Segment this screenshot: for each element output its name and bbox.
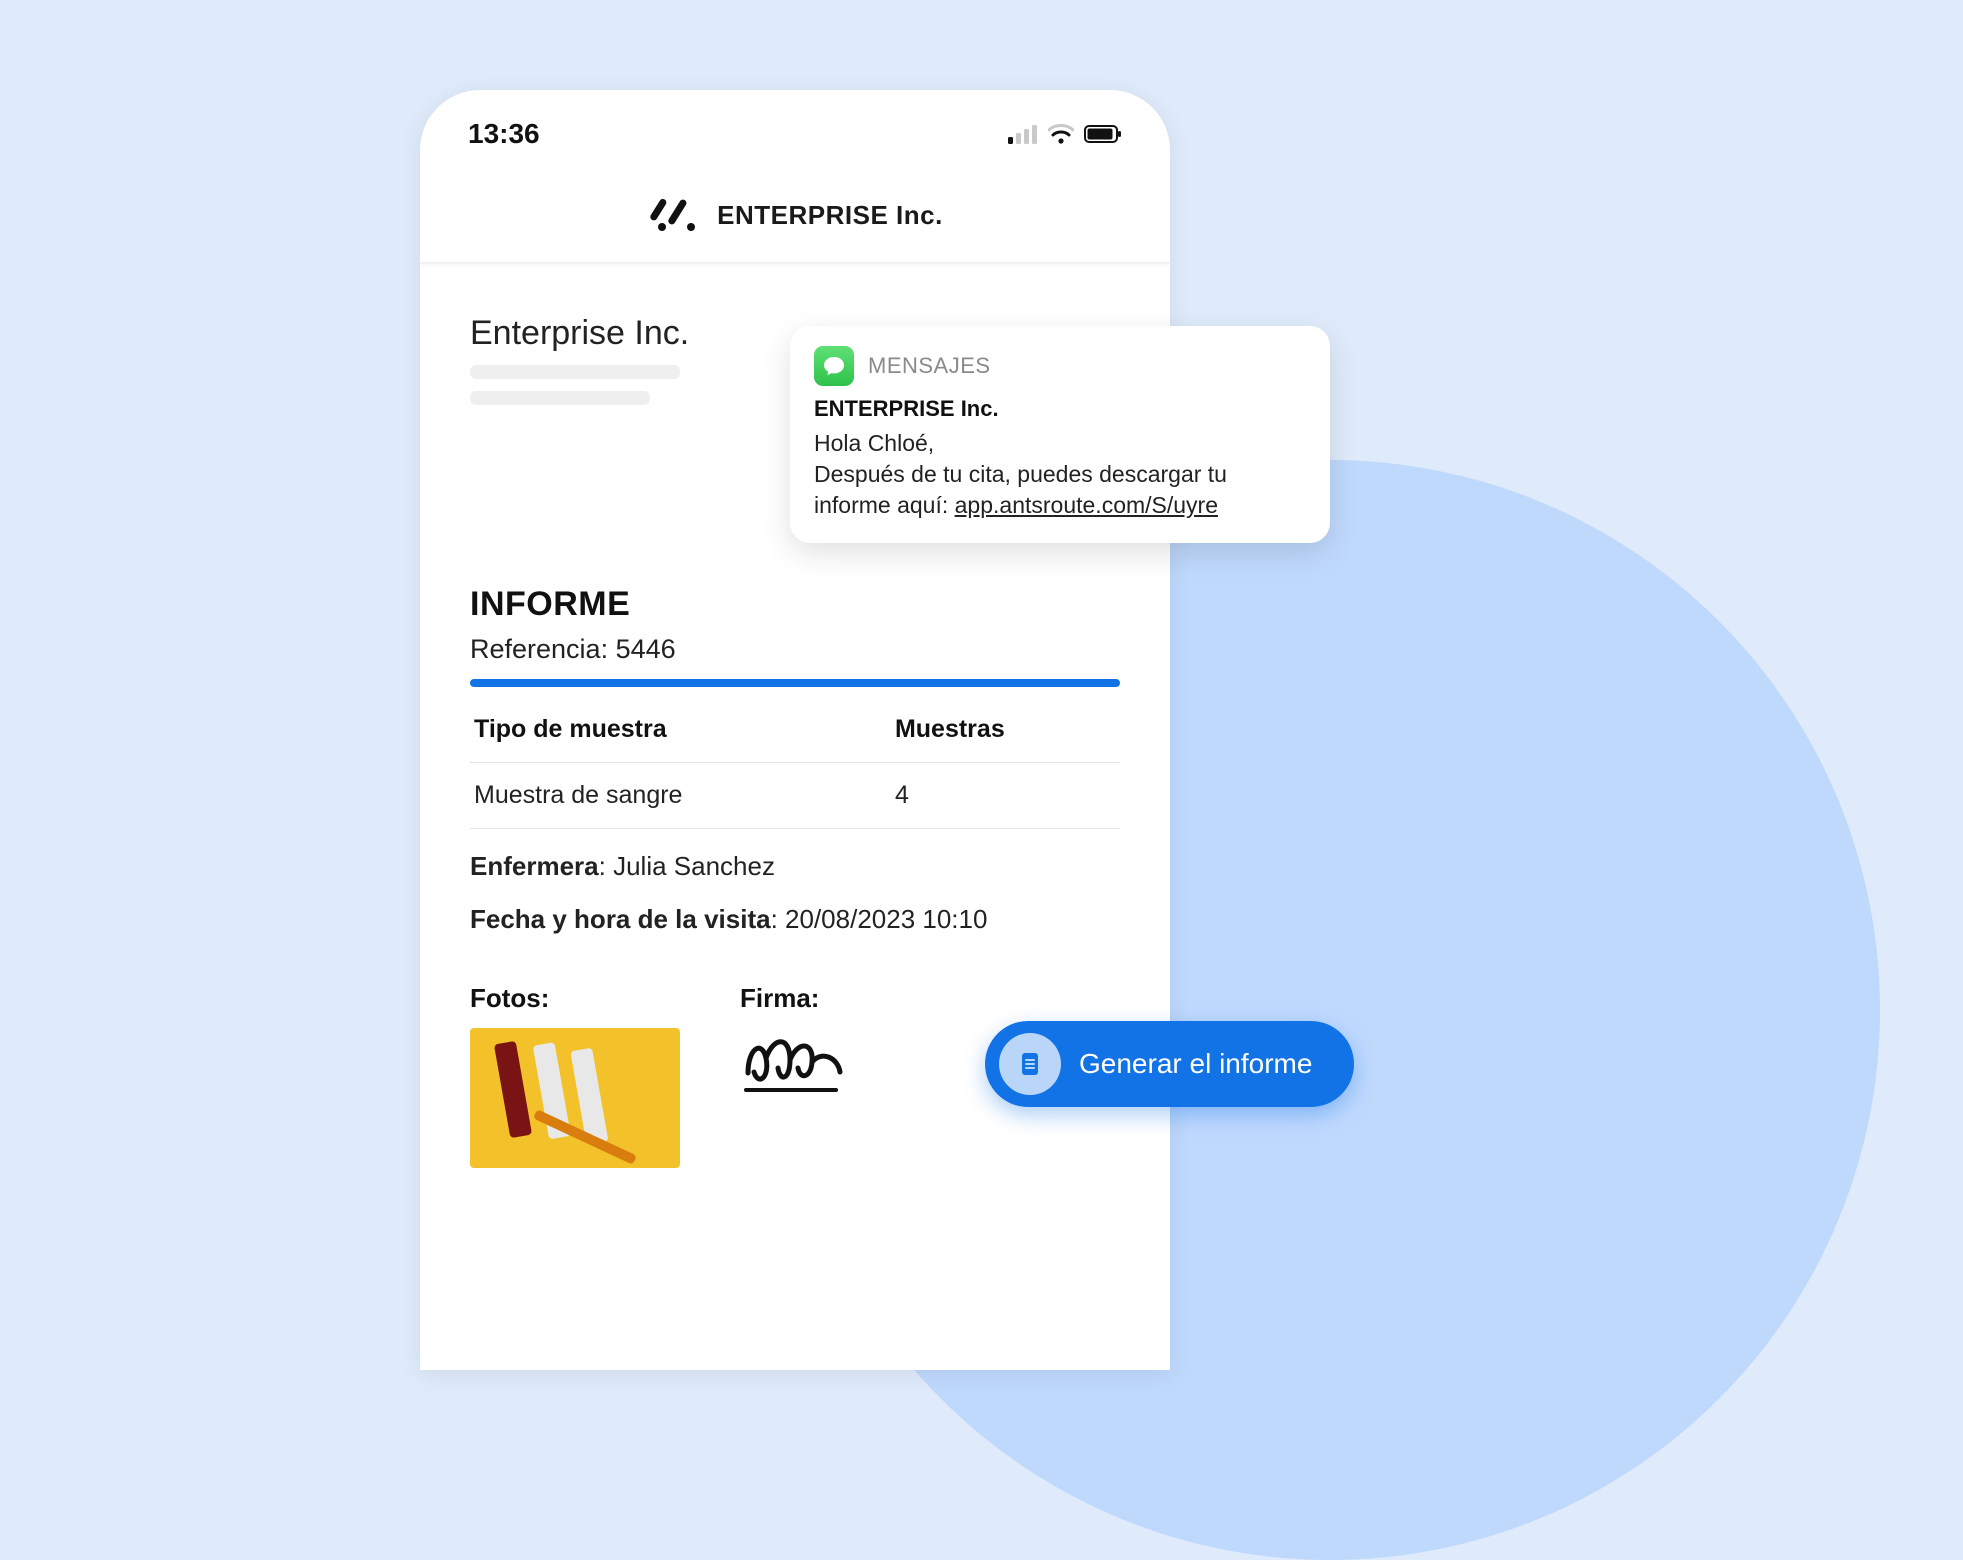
samples-table: Tipo de muestra Muestras Muestra de sang…: [470, 697, 1120, 829]
wifi-icon: [1048, 124, 1074, 144]
status-bar: 13:36: [420, 90, 1170, 158]
skeleton-line: [470, 391, 650, 405]
cell-sample-type: Muestra de sangre: [470, 763, 891, 829]
signature-image: [740, 1028, 850, 1098]
progress-bar: [470, 679, 1120, 687]
notification-sender: ENTERPRISE Inc.: [814, 396, 1306, 422]
photos-label: Fotos:: [470, 983, 680, 1014]
skeleton-line: [470, 365, 680, 379]
report-title: INFORME: [470, 585, 1120, 624]
app-header: ENTERPRISE Inc.: [420, 158, 1170, 264]
status-icons: [1008, 124, 1122, 144]
visit-line: Fecha y hora de la visita: 20/08/2023 10…: [470, 904, 1120, 935]
photos-col: Fotos:: [470, 983, 680, 1168]
signature-label: Firma:: [740, 983, 850, 1014]
signature-col: Firma:: [740, 983, 850, 1168]
notification-app-name: MENSAJES: [868, 353, 991, 379]
report-icon-circle: [999, 1033, 1061, 1095]
nurse-label: Enfermera: [470, 851, 599, 881]
nurse-line: Enfermera: Julia Sanchez: [470, 851, 1120, 882]
notification-link[interactable]: app.antsroute.com/S/uyre: [955, 492, 1218, 518]
visit-label: Fecha y hora de la visita: [470, 904, 771, 934]
report-reference: Referencia: 5446: [470, 634, 1120, 665]
generate-report-button[interactable]: Generar el informe: [985, 1021, 1354, 1107]
photo-thumbnail[interactable]: [470, 1028, 680, 1168]
notification-greeting: Hola Chloé,: [814, 430, 934, 456]
brand-logo-icon: [647, 198, 699, 232]
nurse-name: Julia Sanchez: [613, 851, 775, 881]
notification-card[interactable]: MENSAJES ENTERPRISE Inc. Hola Chloé, Des…: [790, 326, 1330, 543]
visit-value: 20/08/2023 10:10: [785, 904, 987, 934]
signal-icon: [1008, 124, 1038, 144]
brand-name: ENTERPRISE Inc.: [717, 200, 943, 231]
col-sample-qty: Muestras: [891, 697, 1120, 763]
notification-header: MENSAJES: [814, 346, 1306, 386]
table-row: Muestra de sangre 4: [470, 763, 1120, 829]
document-icon: [1015, 1049, 1045, 1079]
generate-report-label: Generar el informe: [1079, 1048, 1312, 1080]
messages-app-icon: [814, 346, 854, 386]
report-reference-value: 5446: [616, 634, 676, 664]
col-sample-type: Tipo de muestra: [470, 697, 891, 763]
phone-frame: 13:36: [420, 90, 1170, 1370]
battery-icon: [1084, 124, 1122, 144]
status-time: 13:36: [468, 118, 540, 150]
cell-sample-qty: 4: [891, 763, 1120, 829]
report-reference-label: Referencia:: [470, 634, 608, 664]
notification-body: Hola Chloé, Después de tu cita, puedes d…: [814, 428, 1306, 521]
